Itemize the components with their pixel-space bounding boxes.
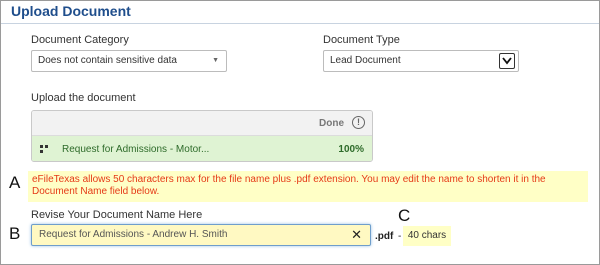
upload-file-row[interactable]: Request for Admissions - Motor... 100%: [32, 136, 372, 161]
annotation-marker-c: C: [398, 206, 411, 225]
upload-list: Done ! Request for Admissions - Motor...…: [31, 110, 373, 162]
document-name-input[interactable]: Request for Admissions - Andrew H. Smith…: [31, 224, 371, 246]
document-type-value: Lead Document: [330, 55, 401, 66]
rename-label: Revise Your Document Name Here: [31, 209, 203, 221]
clear-icon[interactable]: ✕: [351, 227, 362, 243]
document-category-select[interactable]: Does not contain sensitive data ▼: [31, 50, 227, 72]
annotation-marker-a: A: [9, 173, 21, 192]
panel-title: Upload Document: [11, 3, 131, 19]
upload-document-panel: Upload Document Document Category Does n…: [0, 0, 600, 265]
drag-handle-icon[interactable]: [40, 145, 48, 153]
document-category-label: Document Category: [31, 34, 129, 46]
document-name-value: Request for Admissions - Andrew H. Smith: [39, 229, 228, 240]
upload-label: Upload the document: [31, 92, 136, 104]
info-icon[interactable]: !: [352, 116, 365, 129]
title-divider: [1, 23, 599, 24]
filename-length-warning: eFileTexas allows 50 characters max for …: [28, 171, 588, 202]
document-category-value: Does not contain sensitive data: [38, 55, 177, 66]
chevron-down-icon[interactable]: [499, 53, 515, 69]
character-count: 40 chars: [403, 226, 451, 246]
document-type-label: Document Type: [323, 34, 400, 46]
done-column-header: Done: [319, 118, 344, 129]
chevron-down-icon: ▼: [212, 57, 219, 64]
file-extension: .pdf: [375, 231, 394, 242]
separator-dash: -: [398, 231, 402, 242]
upload-progress-text: 100%: [338, 144, 364, 155]
upload-list-header: Done !: [32, 111, 372, 136]
annotation-marker-b: B: [9, 224, 21, 243]
document-type-select[interactable]: Lead Document: [323, 50, 519, 72]
uploaded-file-name: Request for Admissions - Motor...: [62, 144, 210, 155]
